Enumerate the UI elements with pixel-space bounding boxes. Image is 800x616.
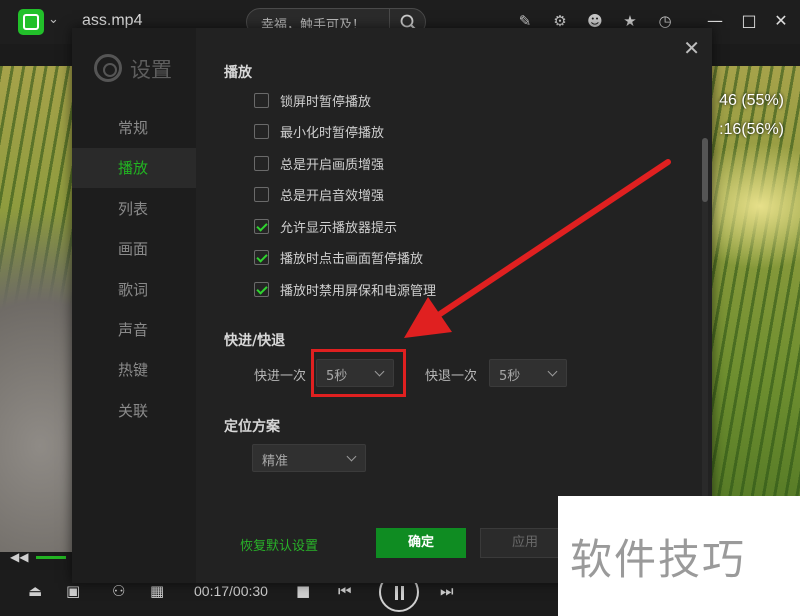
checkbox-checked[interactable] xyxy=(254,219,269,234)
gear-icon xyxy=(94,54,122,82)
open-file-icon[interactable]: ▣ xyxy=(66,582,80,600)
checkbox[interactable] xyxy=(254,124,269,139)
chevron-down-icon xyxy=(346,451,357,462)
video-overlay-text-2: :16(56%) xyxy=(719,121,784,138)
section-title-positioning: 定位方案 xyxy=(224,419,280,435)
settings-sidebar: 设置 常规 播放 列表 画面 歌词 声音 热键 关联 xyxy=(72,28,196,583)
positioning-select[interactable]: 精准 xyxy=(252,444,366,472)
option-label: 锁屏时暂停播放 xyxy=(280,95,372,110)
stop-icon[interactable]: ■ xyxy=(296,582,310,600)
sidebar-item-sound[interactable]: 声音 xyxy=(72,310,196,350)
sidebar-item-playlist[interactable]: 列表 xyxy=(72,189,196,229)
maximize-icon[interactable]: □ xyxy=(740,12,758,30)
next-icon[interactable]: ⏭ xyxy=(440,582,454,600)
close-window-icon[interactable]: ✕ xyxy=(772,12,790,30)
scrollbar[interactable] xyxy=(702,138,708,498)
option-label: 播放时禁用屏保和电源管理 xyxy=(280,284,437,299)
sidebar-item-playback[interactable]: 播放 xyxy=(72,148,196,188)
checkbox[interactable] xyxy=(254,156,269,171)
sidebar-item-associations[interactable]: 关联 xyxy=(72,391,196,431)
scroll-thumb[interactable] xyxy=(702,138,708,202)
eject-icon[interactable]: ⏏ xyxy=(28,582,42,600)
chevron-down-icon xyxy=(547,366,558,377)
forward-label: 快进一次 xyxy=(254,369,307,384)
video-overlay-text-1: 46 (55%) xyxy=(719,92,784,109)
checkbox[interactable] xyxy=(254,93,269,108)
progress-bar[interactable] xyxy=(36,556,66,559)
checkbox[interactable] xyxy=(254,187,269,202)
previous-icon[interactable]: ⏮ xyxy=(338,582,352,600)
rewind-icon[interactable]: ◀◀ xyxy=(10,550,28,564)
option-label: 总是开启音效增强 xyxy=(280,189,385,204)
watermark-text: 软件技巧 xyxy=(570,535,747,584)
select-value: 5秒 xyxy=(499,369,521,384)
reset-defaults-link[interactable]: 恢复默认设置 xyxy=(240,535,318,554)
checkbox-checked[interactable] xyxy=(254,282,269,297)
chevron-down-icon[interactable]: ⌄ xyxy=(48,12,59,27)
time-display: 00:17/00:30 xyxy=(194,583,268,599)
tools-icon[interactable]: ⚇ xyxy=(112,582,125,600)
sidebar-item-lyrics[interactable]: 歌词 xyxy=(72,270,196,310)
backward-label: 快退一次 xyxy=(425,369,478,384)
close-icon[interactable]: ✕ xyxy=(683,36,700,60)
sidebar-item-general[interactable]: 常规 xyxy=(72,108,196,148)
apply-button[interactable]: 应用 xyxy=(480,528,570,558)
select-value: 精准 xyxy=(262,454,289,469)
option-label: 总是开启画质增强 xyxy=(280,158,385,173)
backward-step-select[interactable]: 5秒 xyxy=(489,359,567,387)
highlight-box xyxy=(311,349,406,397)
section-title-playback: 播放 xyxy=(224,65,252,81)
option-label: 最小化时暂停播放 xyxy=(280,126,385,141)
checkbox-checked[interactable] xyxy=(254,250,269,265)
sidebar-item-hotkeys[interactable]: 热键 xyxy=(72,350,196,390)
section-title-seek: 快进/快退 xyxy=(224,333,286,349)
option-label: 允许显示播放器提示 xyxy=(280,221,398,236)
ok-button[interactable]: 确定 xyxy=(376,528,466,558)
capture-icon[interactable]: ▦ xyxy=(150,582,164,600)
app-logo-icon[interactable] xyxy=(18,9,44,35)
sidebar-item-picture[interactable]: 画面 xyxy=(72,229,196,269)
option-label: 播放时点击画面暂停播放 xyxy=(280,252,424,267)
watermark: 软件技巧 xyxy=(558,496,800,616)
settings-title: 设置 xyxy=(130,58,172,82)
